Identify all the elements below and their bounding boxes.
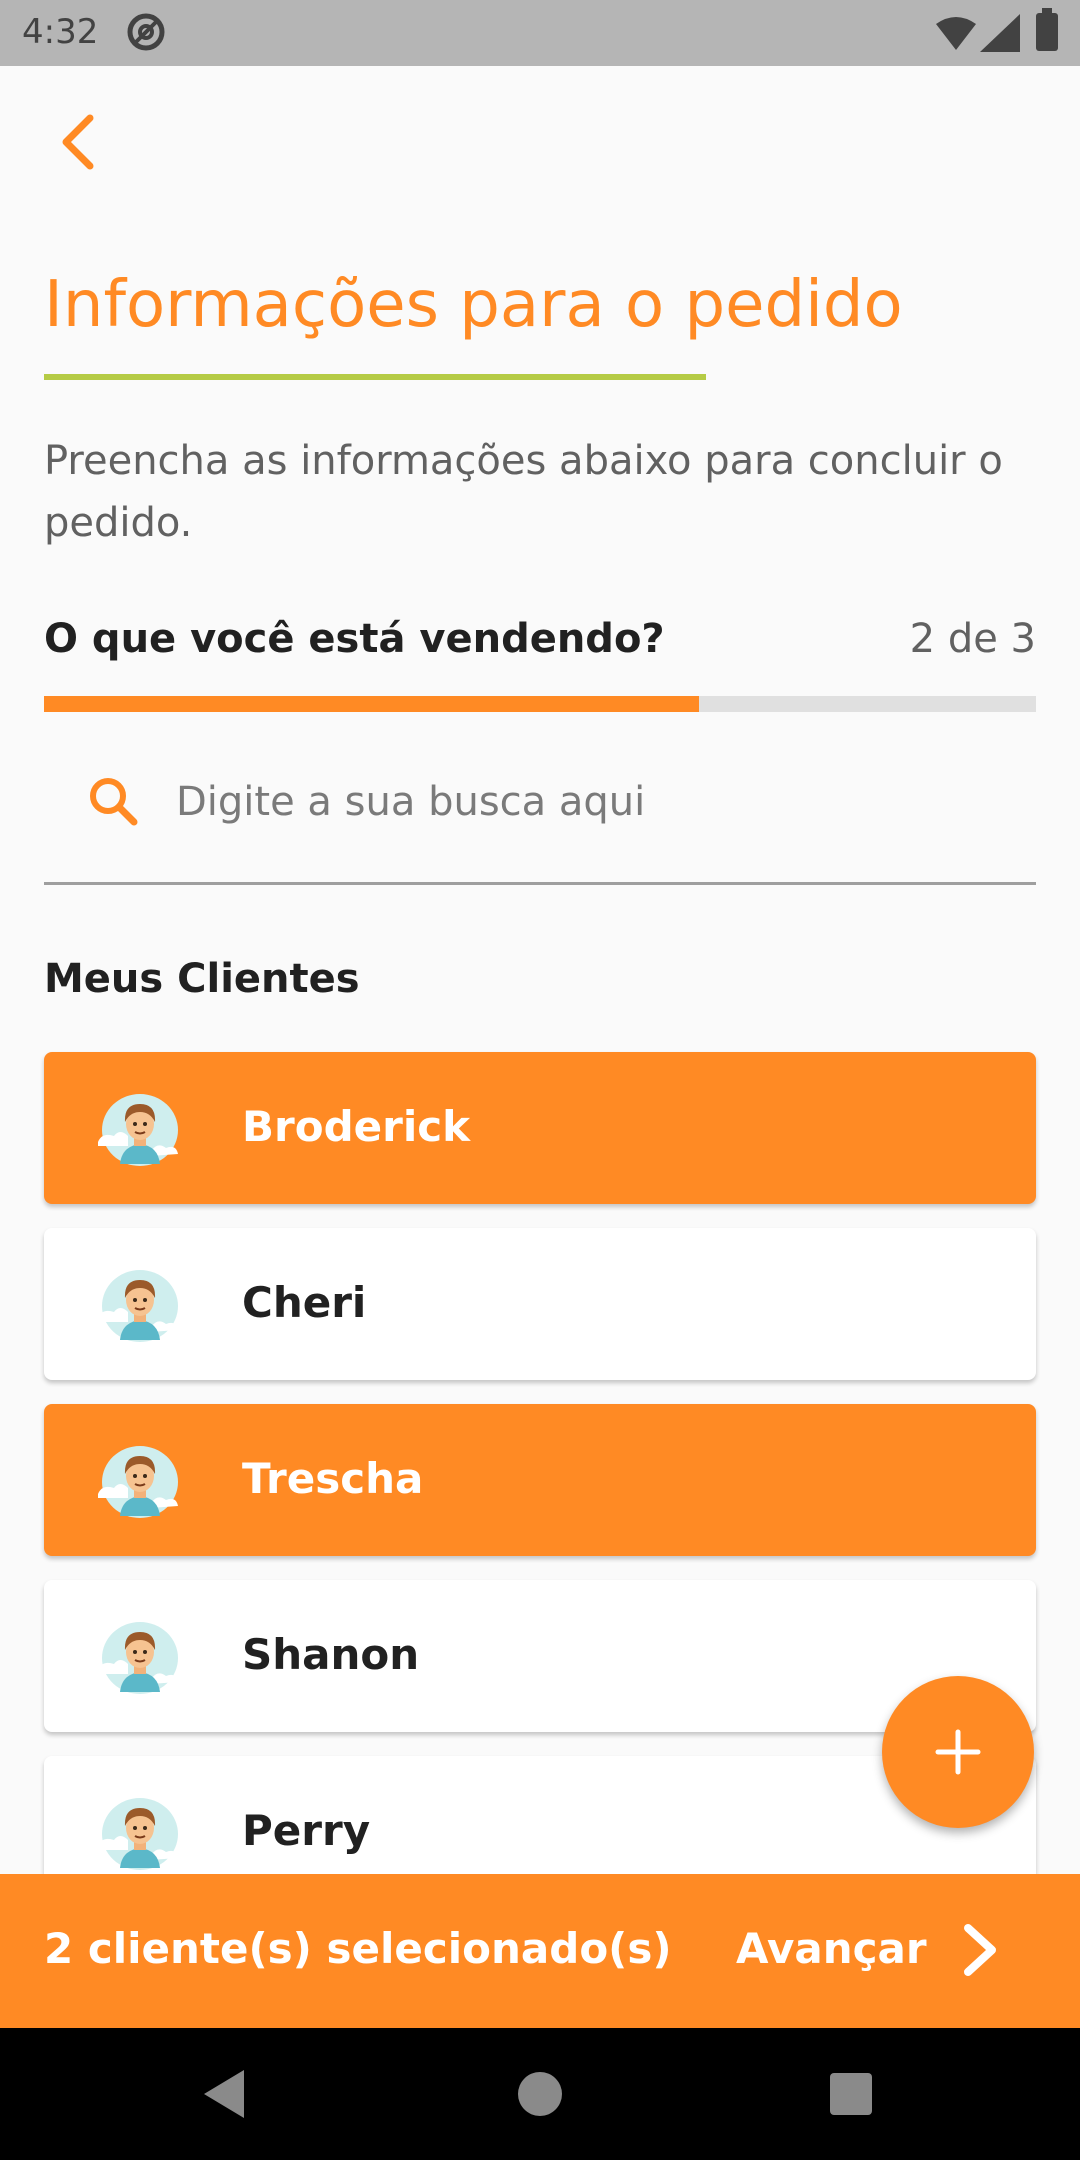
status-time: 4:32 (22, 12, 99, 52)
search-icon (90, 778, 138, 826)
status-bar: 4:32 (0, 0, 1080, 66)
client-name: Shanon (242, 1630, 420, 1679)
nav-home-button[interactable] (518, 2072, 562, 2116)
avatar-icon (98, 1446, 178, 1518)
avatar-icon (98, 1094, 178, 1166)
signal-icon (980, 14, 1020, 52)
title-underline (44, 374, 706, 380)
page-description: Preencha as informações abaixo para conc… (44, 438, 1003, 546)
chevron-right-icon (964, 1924, 996, 1976)
advance-button[interactable]: Avançar (736, 1904, 1036, 1998)
at-sign-icon (127, 13, 165, 51)
client-card-cheri[interactable]: Cheri (44, 1228, 1036, 1380)
progress-fill (44, 696, 699, 712)
search-input[interactable] (174, 768, 998, 836)
client-name: Broderick (242, 1102, 471, 1151)
page-title: Informações para o pedido (44, 268, 903, 342)
client-name: Perry (242, 1806, 371, 1855)
step-counter: 2 de 3 (909, 616, 1036, 662)
avatar-icon (98, 1798, 178, 1870)
avatar-icon (98, 1622, 178, 1694)
nav-recent-button[interactable] (830, 2073, 872, 2115)
advance-label: Avançar (736, 1924, 927, 1973)
step-question: O que você está vendendo? (44, 616, 665, 662)
client-card-shanon[interactable]: Shanon (44, 1580, 1036, 1732)
back-button[interactable] (50, 112, 110, 172)
nav-back-button[interactable] (200, 2068, 248, 2120)
add-client-button[interactable] (882, 1676, 1034, 1828)
progress-bar (44, 696, 1036, 712)
section-title: Meus Clientes (44, 956, 360, 1002)
selected-count-text: 2 cliente(s) selecionado(s) (44, 1924, 672, 1973)
wifi-icon (936, 17, 976, 50)
system-nav-bar (0, 2028, 1080, 2160)
client-card-broderick[interactable]: Broderick (44, 1052, 1036, 1204)
client-name: Cheri (242, 1278, 367, 1327)
bottom-action-bar: 2 cliente(s) selecionado(s) Avançar (0, 1874, 1080, 2028)
client-name: Trescha (242, 1454, 424, 1503)
search-box (44, 746, 1036, 885)
client-list: Broderick Cheri Trescha Shanon Perry (44, 1052, 1036, 1932)
battery-icon (1036, 8, 1058, 51)
client-card-trescha[interactable]: Trescha (44, 1404, 1036, 1556)
plus-icon (935, 1729, 981, 1775)
avatar-icon (98, 1270, 178, 1342)
